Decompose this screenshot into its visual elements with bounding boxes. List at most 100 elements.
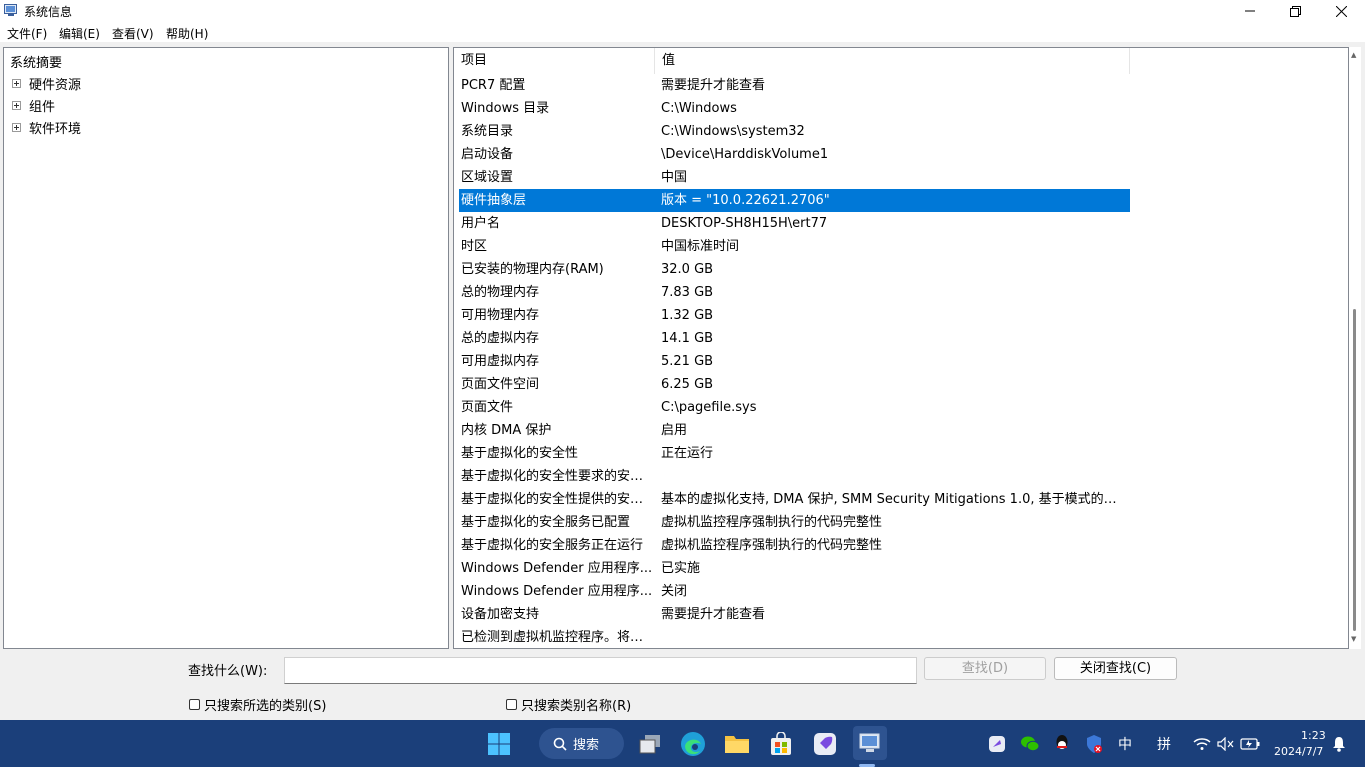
tree-node-software-environment[interactable]: 软件环境 xyxy=(12,117,81,137)
search-icon xyxy=(553,737,567,751)
system-information-taskbar-icon[interactable] xyxy=(853,726,887,760)
clock-date[interactable]: 2024/7/7 xyxy=(1274,745,1323,758)
cell-item: 用户名 xyxy=(461,216,501,231)
details-list[interactable]: 项目 值 PCR7 配置 需要提升才能查看 Windows 目录 C:\Windows… xyxy=(453,47,1349,649)
table-row[interactable]: 时区 中国标准时间 xyxy=(459,235,1130,258)
vertical-scrollbar[interactable]: ▲ ▼ xyxy=(1349,47,1361,649)
table-row[interactable]: Windows Defender 应用程序... 已实施 xyxy=(459,557,1130,580)
scroll-up-arrow-icon[interactable]: ▲ xyxy=(1351,51,1356,59)
wechat-icon[interactable] xyxy=(1018,730,1042,758)
minimize-button[interactable] xyxy=(1227,0,1273,22)
table-row[interactable]: 总的虚拟内存 14.1 GB xyxy=(459,327,1130,350)
notification-bell-icon[interactable] xyxy=(1327,730,1351,758)
taskbar-search-button[interactable]: 搜索 xyxy=(539,728,624,759)
close-button[interactable] xyxy=(1318,0,1364,22)
table-row[interactable]: 页面文件空间 6.25 GB xyxy=(459,373,1130,396)
window-title: 系统信息 xyxy=(24,5,73,19)
wifi-icon[interactable] xyxy=(1190,730,1214,758)
battery-icon[interactable] xyxy=(1238,730,1262,758)
taskbar: 搜索 中 拼 1:23 2024/7/7 xyxy=(0,720,1365,767)
table-row[interactable]: Windows 目录 C:\Windows xyxy=(459,97,1130,120)
table-row[interactable]: 基于虚拟化的安全性提供的安全... 基本的虚拟化支持, DMA 保护, SMM S… xyxy=(459,488,1130,511)
cell-value: C:\pagefile.sys xyxy=(661,400,757,415)
tree-node-hardware-resources[interactable]: 硬件资源 xyxy=(12,73,81,93)
task-view-icon[interactable] xyxy=(636,730,664,758)
edge-browser-icon[interactable] xyxy=(679,730,707,758)
restore-button[interactable] xyxy=(1272,0,1318,22)
cell-item: 基于虚拟化的安全服务已配置 xyxy=(461,515,631,530)
checkbox-box[interactable] xyxy=(189,699,200,710)
cell-item: 基于虚拟化的安全服务正在运行 xyxy=(461,538,644,553)
cell-item: 内核 DMA 保护 xyxy=(461,423,552,438)
expand-plus-icon[interactable] xyxy=(12,100,21,110)
scroll-down-arrow-icon[interactable]: ▼ xyxy=(1351,635,1356,643)
clock-time[interactable]: 1:23 xyxy=(1301,729,1326,742)
table-row[interactable]: 系统目录 C:\Windows\system32 xyxy=(459,120,1130,143)
cell-item: 页面文件空间 xyxy=(461,377,540,392)
cell-item: PCR7 配置 xyxy=(461,78,526,93)
tree-node-label: 硬件资源 xyxy=(29,77,82,93)
table-row[interactable]: 用户名 DESKTOP-SH8H15H\ert77 xyxy=(459,212,1130,235)
table-row[interactable]: 硬件抽象层 版本 = "10.0.22621.2706" xyxy=(459,189,1130,212)
start-windows-icon[interactable] xyxy=(485,730,513,758)
table-row[interactable]: 内核 DMA 保护 启用 xyxy=(459,419,1130,442)
close-find-button[interactable]: 关闭查找(C) xyxy=(1054,657,1177,680)
file-explorer-icon[interactable] xyxy=(723,730,751,758)
cell-value: 需要提升才能查看 xyxy=(661,78,766,93)
ime-language-indicator[interactable]: 中 xyxy=(1118,734,1132,754)
cell-value: 正在运行 xyxy=(661,446,714,461)
table-row[interactable]: 设备加密支持 需要提升才能查看 xyxy=(459,603,1130,626)
tree-node-components[interactable]: 组件 xyxy=(12,95,55,115)
cell-value: \Device\HarddiskVolume1 xyxy=(661,147,829,162)
table-row[interactable]: 页面文件 C:\pagefile.sys xyxy=(459,396,1130,419)
cell-item: 页面文件 xyxy=(461,400,514,415)
scroll-thumb[interactable] xyxy=(1353,309,1356,631)
column-header-value[interactable]: 值 xyxy=(655,48,1130,74)
cell-item: Windows Defender 应用程序... xyxy=(461,584,653,599)
table-row[interactable]: 启动设备 \Device\HarddiskVolume1 xyxy=(459,143,1130,166)
security-shield-icon[interactable] xyxy=(1082,730,1106,758)
cell-item: Windows Defender 应用程序... xyxy=(461,561,653,576)
cell-value: 14.1 GB xyxy=(661,331,714,346)
table-row[interactable]: 已检测到虚拟机监控程序。将不... xyxy=(459,626,1130,648)
menu-help[interactable]: 帮助(H) xyxy=(166,25,208,42)
table-row[interactable]: 基于虚拟化的安全性 正在运行 xyxy=(459,442,1130,465)
menu-view[interactable]: 查看(V) xyxy=(112,25,154,42)
table-row[interactable]: 已安装的物理内存(RAM) 32.0 GB xyxy=(459,258,1130,281)
checkbox-box[interactable] xyxy=(506,699,517,710)
menu-edit[interactable]: 编辑(E) xyxy=(59,25,100,42)
category-tree[interactable]: 系统摘要 硬件资源 组件 软件环境 xyxy=(3,47,449,649)
tree-root-system-summary[interactable]: 系统摘要 xyxy=(10,52,62,71)
microsoft-store-icon[interactable] xyxy=(767,730,795,758)
rocket-app-icon[interactable] xyxy=(811,730,839,758)
table-row[interactable]: Windows Defender 应用程序... 关闭 xyxy=(459,580,1130,603)
cell-value: 1.32 GB xyxy=(661,308,714,323)
expand-plus-icon[interactable] xyxy=(12,78,21,88)
table-row[interactable]: 可用物理内存 1.32 GB xyxy=(459,304,1130,327)
search-selected-category-checkbox[interactable]: 只搜索所选的类别(S) xyxy=(189,695,326,714)
table-row[interactable]: 基于虚拟化的安全服务已配置 虚拟机监控程序强制执行的代码完整性 xyxy=(459,511,1130,534)
cell-value: C:\Windows xyxy=(661,101,737,116)
menu-file[interactable]: 文件(F) xyxy=(7,25,47,42)
cell-value: 中国标准时间 xyxy=(661,239,740,254)
cell-item: 总的物理内存 xyxy=(461,285,540,300)
table-row[interactable]: 区域设置 中国 xyxy=(459,166,1130,189)
expand-plus-icon[interactable] xyxy=(12,122,21,132)
find-what-input[interactable] xyxy=(284,657,917,684)
table-row[interactable]: 可用虚拟内存 5.21 GB xyxy=(459,350,1130,373)
table-row[interactable]: 总的物理内存 7.83 GB xyxy=(459,281,1130,304)
table-row[interactable]: 基于虚拟化的安全服务正在运行 虚拟机监控程序强制执行的代码完整性 xyxy=(459,534,1130,557)
tray-app-icon[interactable] xyxy=(985,730,1009,758)
cell-value: 6.25 GB xyxy=(661,377,714,392)
column-header-item[interactable]: 项目 xyxy=(454,48,655,74)
cell-item: 基于虚拟化的安全性要求的安全... xyxy=(461,469,654,484)
title-bar[interactable]: 系统信息 xyxy=(0,0,1365,22)
table-row[interactable]: PCR7 配置 需要提升才能查看 xyxy=(459,74,1130,97)
volume-muted-icon[interactable] xyxy=(1214,730,1238,758)
search-category-names-checkbox[interactable]: 只搜索类别名称(R) xyxy=(506,695,631,714)
find-button[interactable]: 查找(D) xyxy=(924,657,1046,680)
qq-icon[interactable] xyxy=(1050,730,1074,758)
cell-item: 时区 xyxy=(461,239,488,254)
ime-mode-indicator[interactable]: 拼 xyxy=(1157,734,1171,754)
table-row[interactable]: 基于虚拟化的安全性要求的安全... xyxy=(459,465,1130,488)
